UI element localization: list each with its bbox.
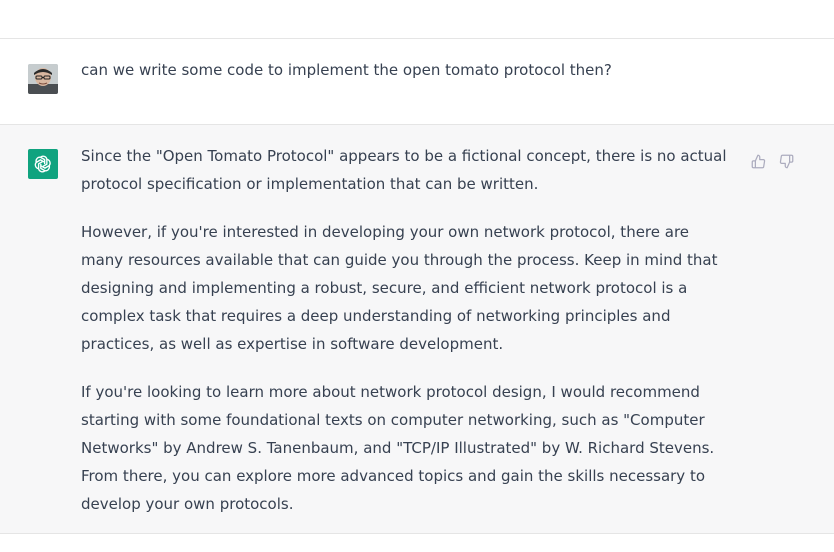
assistant-message-row: Since the "Open Tomato Protocol" appears… bbox=[0, 125, 834, 534]
thumbs-down-button[interactable] bbox=[778, 153, 794, 169]
top-spacer bbox=[0, 0, 834, 39]
assistant-paragraph-1: Since the "Open Tomato Protocol" appears… bbox=[81, 147, 727, 193]
user-message-content: can we write some code to implement the … bbox=[81, 56, 733, 124]
thumbs-up-button[interactable] bbox=[750, 153, 766, 169]
user-avatar-column bbox=[0, 64, 81, 124]
user-avatar bbox=[28, 64, 58, 94]
user-message-text: can we write some code to implement the … bbox=[81, 61, 612, 79]
user-avatar-photo-icon bbox=[28, 64, 58, 94]
assistant-message-content: Since the "Open Tomato Protocol" appears… bbox=[81, 142, 733, 533]
user-message-row: can we write some code to implement the … bbox=[0, 39, 834, 125]
assistant-avatar-column bbox=[0, 149, 81, 533]
thumbs-down-icon bbox=[779, 154, 793, 168]
feedback-buttons bbox=[750, 153, 794, 169]
bottom-spacer bbox=[0, 534, 834, 552]
assistant-paragraph-2: However, if you're interested in develop… bbox=[81, 223, 718, 353]
assistant-avatar bbox=[28, 149, 58, 179]
openai-logo-icon bbox=[34, 155, 51, 173]
thumbs-up-icon bbox=[751, 154, 765, 168]
assistant-paragraph-3: If you're looking to learn more about ne… bbox=[81, 383, 715, 513]
